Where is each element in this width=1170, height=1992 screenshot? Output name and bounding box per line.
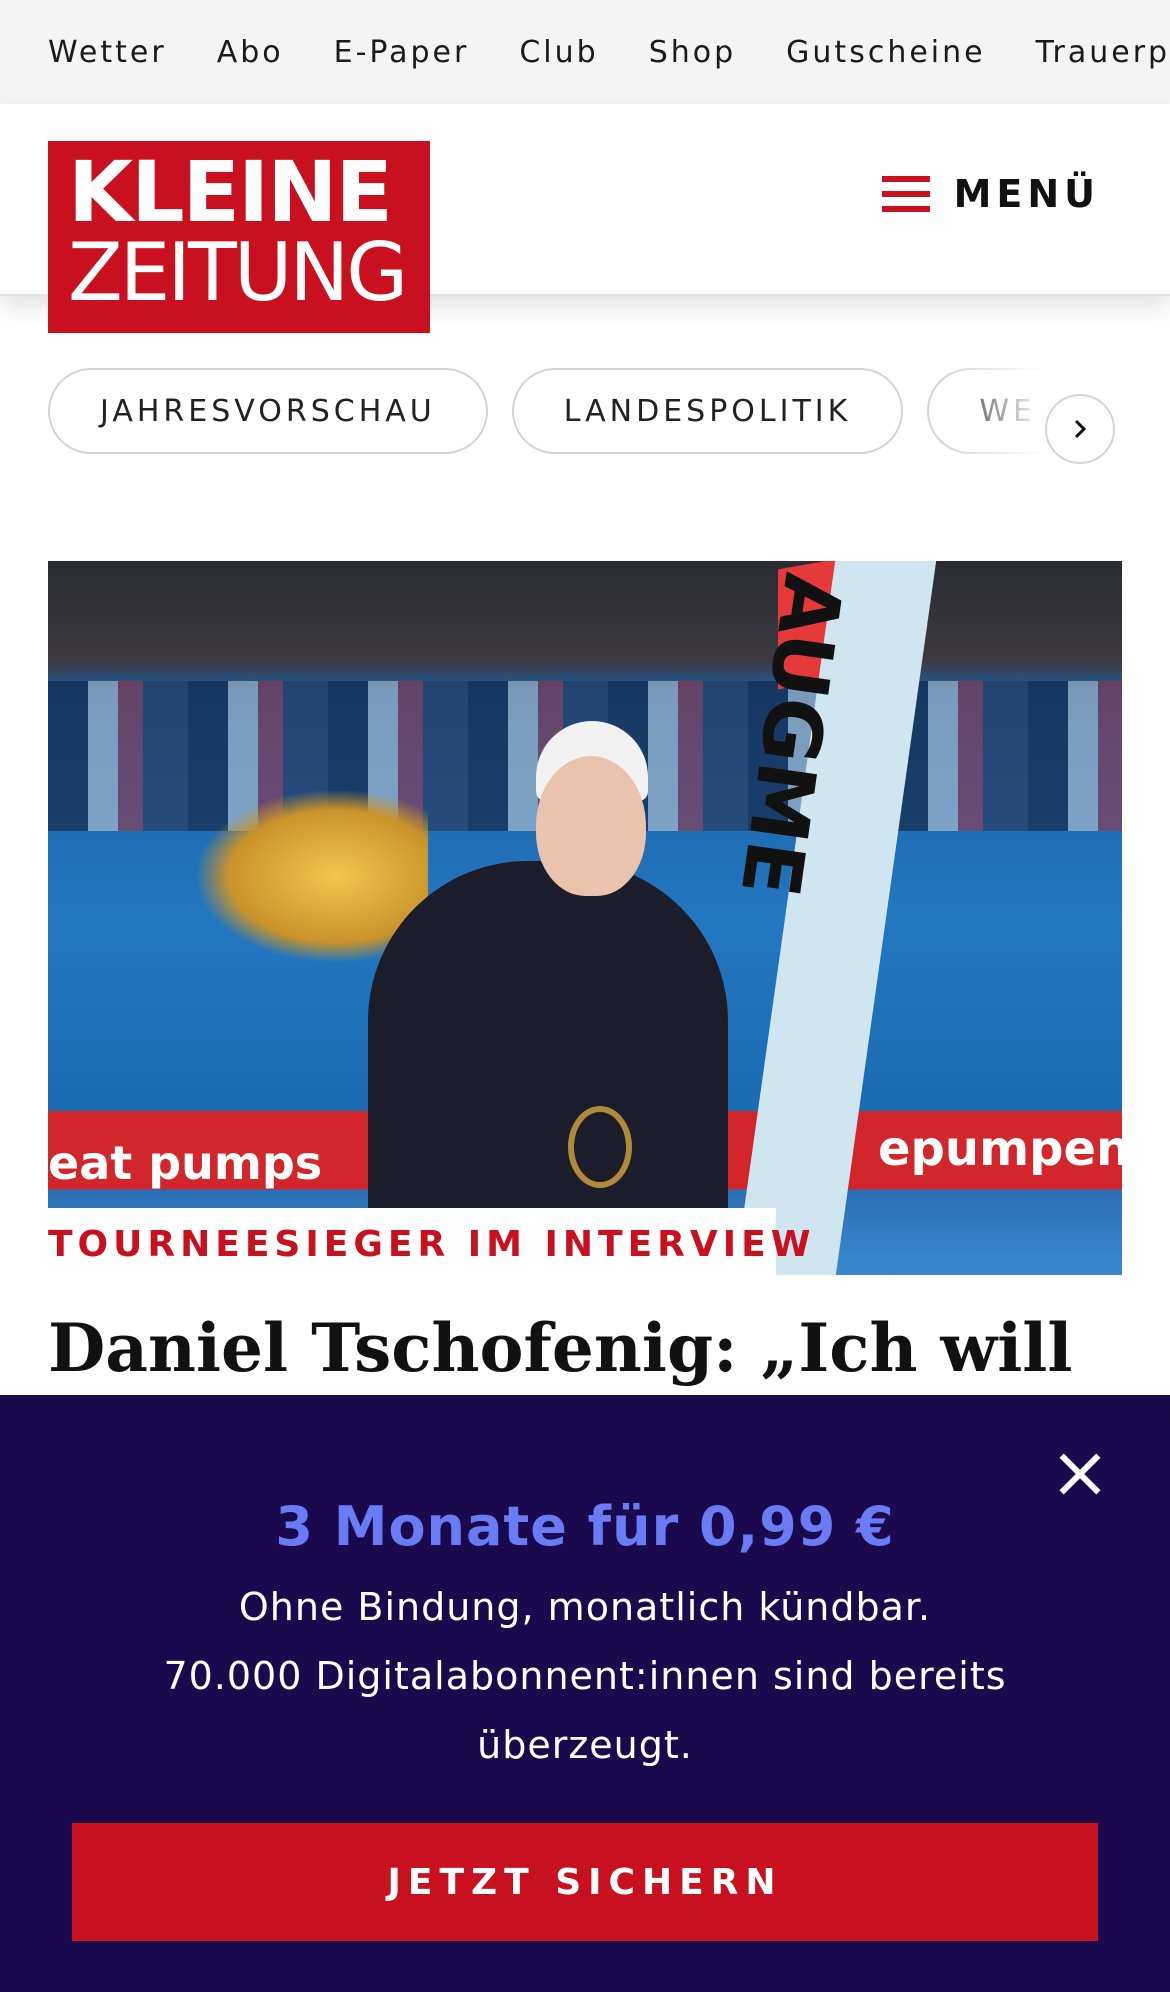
topic-chip-landespolitik[interactable]: LANDESPOLITIK — [511, 368, 904, 454]
nav-item-abo[interactable]: Abo — [217, 35, 284, 70]
banner-text-left: eat pumps — [48, 1136, 323, 1190]
site-header: KLEINE ZEITUNG MENÜ — [0, 104, 1170, 333]
promo-description: Ohne Bindung, monatlich kündbar. 70.000 … — [160, 1573, 1010, 1780]
promo-line-2: 70.000 Digitalabonnent:innen sind bereit… — [163, 1654, 1007, 1698]
topic-chip-jahresvorschau[interactable]: JAHRESVORSCHAU — [48, 368, 488, 454]
article-kicker: TOURNEESIEGER IM INTERVIEW — [48, 1223, 816, 1265]
menu-button[interactable]: MENÜ — [881, 172, 1100, 216]
service-nav: Wetter Abo E-Paper Club Shop Gutscheine … — [0, 0, 1170, 104]
chip-scroll-next-button[interactable] — [1045, 394, 1115, 464]
promo-title: 3 Monate für 0,99 € — [275, 1495, 895, 1558]
banner-text-right: epumpen — [878, 1121, 1122, 1177]
nav-item-shop[interactable]: Shop — [649, 35, 736, 70]
close-icon[interactable] — [1050, 1443, 1110, 1503]
article-headline[interactable]: Daniel Tschofenig: „Ich will — [48, 1304, 1118, 1392]
promo-line-1: Ohne Bindung, monatlich kündbar. — [238, 1585, 932, 1629]
article-kicker-box: TOURNEESIEGER IM INTERVIEW — [48, 1208, 810, 1280]
subscribe-cta-button[interactable]: JETZT SICHERN — [72, 1823, 1098, 1941]
nav-item-club[interactable]: Club — [519, 35, 598, 70]
logo-line-2: ZEITUNG — [68, 226, 408, 319]
nav-item-trauerportal[interactable]: Trauerp — [1036, 35, 1170, 70]
article-hero-image[interactable]: eat pumps epumpen AUGME — [48, 561, 1122, 1275]
nav-item-epaper[interactable]: E-Paper — [334, 35, 470, 70]
logo-line-1: KLEINE — [68, 143, 393, 241]
menu-label: MENÜ — [953, 172, 1100, 216]
athlete-head — [536, 756, 646, 896]
nav-item-wetter[interactable]: Wetter — [48, 35, 167, 70]
hamburger-icon — [881, 176, 930, 212]
nav-item-gutscheine[interactable]: Gutscheine — [786, 35, 985, 70]
site-logo[interactable]: KLEINE ZEITUNG — [48, 141, 430, 333]
subscription-overlay: 3 Monate für 0,99 € Ohne Bindung, monatl… — [0, 1395, 1170, 1992]
promo-line-3: überzeugt. — [477, 1723, 693, 1767]
topic-chip-bar: JAHRESVORSCHAU LANDESPOLITIK WE — [0, 368, 1170, 460]
medal — [568, 1106, 632, 1188]
chevron-right-icon — [1074, 419, 1087, 439]
